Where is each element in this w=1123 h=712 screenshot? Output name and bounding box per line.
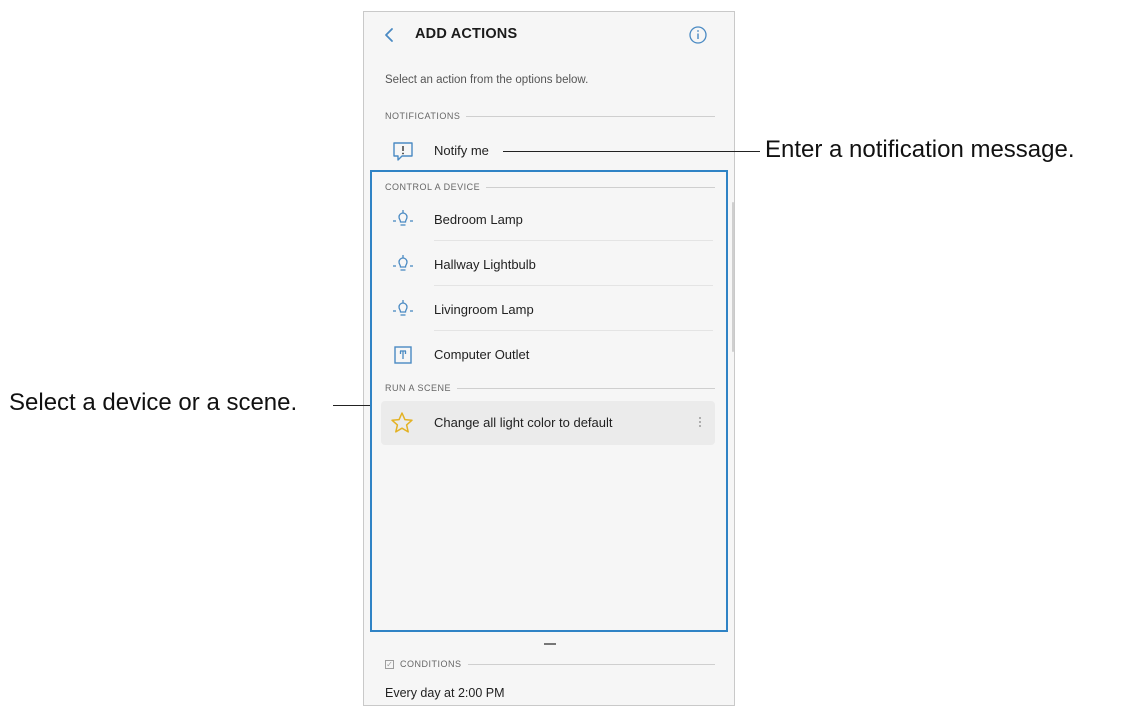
list-divider: [434, 240, 713, 241]
device-item-label: Bedroom Lamp: [434, 212, 523, 227]
device-item-label: Livingroom Lamp: [434, 302, 534, 317]
scene-item-label: Change all light color to default: [434, 415, 613, 430]
list-divider: [434, 330, 713, 331]
section-header-label: RUN A SCENE: [385, 383, 452, 393]
device-item-label: Hallway Lightbulb: [434, 257, 536, 272]
lightbulb-icon: [393, 300, 413, 316]
back-button[interactable]: [378, 23, 402, 47]
callout-device-scene: Select a device or a scene.: [9, 389, 298, 416]
device-item-hallway-lightbulb[interactable]: Hallway Lightbulb: [381, 244, 715, 286]
drag-handle[interactable]: [544, 643, 556, 645]
section-divider: [486, 186, 715, 188]
scrollbar[interactable]: [732, 202, 734, 352]
checkbox-icon[interactable]: ✓: [385, 659, 394, 669]
info-circle-icon: [689, 26, 707, 44]
chevron-left-icon: [385, 28, 393, 42]
more-vertical-icon[interactable]: [697, 415, 703, 431]
device-item-computer-outlet[interactable]: Computer Outlet: [381, 334, 715, 376]
instruction-text: Select an action from the options below.: [385, 74, 589, 86]
section-divider: [457, 387, 715, 389]
device-item-label: Computer Outlet: [434, 347, 530, 362]
section-header-run-scene: RUN A SCENE: [385, 383, 715, 393]
section-header-label: CONTROL A DEVICE: [385, 182, 481, 192]
section-divider: [466, 115, 715, 117]
callout-notification: Enter a notification message.: [765, 136, 1075, 163]
section-header-conditions: ✓ CONDITIONS: [385, 659, 715, 669]
power-outlet-icon: [394, 346, 412, 364]
phone-screen: ADD ACTIONS Select an action from the op…: [363, 11, 735, 706]
list-divider: [434, 285, 713, 286]
lightbulb-icon: [393, 255, 413, 271]
callout-line-device-scene: [333, 405, 370, 406]
app-bar: ADD ACTIONS: [364, 12, 734, 58]
scene-item-change-light-color[interactable]: Change all light color to default: [381, 401, 715, 445]
device-item-bedroom-lamp[interactable]: Bedroom Lamp: [381, 199, 715, 241]
action-item-label: Notify me: [434, 143, 489, 158]
section-header-label: NOTIFICATIONS: [385, 111, 461, 121]
page-title: ADD ACTIONS: [415, 26, 518, 42]
section-header-control-device: CONTROL A DEVICE: [385, 182, 715, 192]
condition-value[interactable]: Every day at 2:00 PM: [385, 686, 505, 700]
lightbulb-icon: [393, 210, 413, 226]
star-icon: [391, 412, 413, 433]
info-button[interactable]: [686, 23, 710, 47]
device-item-livingroom-lamp[interactable]: Livingroom Lamp: [381, 289, 715, 331]
callout-line-notification: [503, 151, 760, 152]
notification-message-icon: [393, 142, 413, 161]
section-divider: [467, 663, 715, 665]
section-header-notifications: NOTIFICATIONS: [385, 111, 715, 121]
section-header-label: CONDITIONS: [400, 659, 462, 669]
